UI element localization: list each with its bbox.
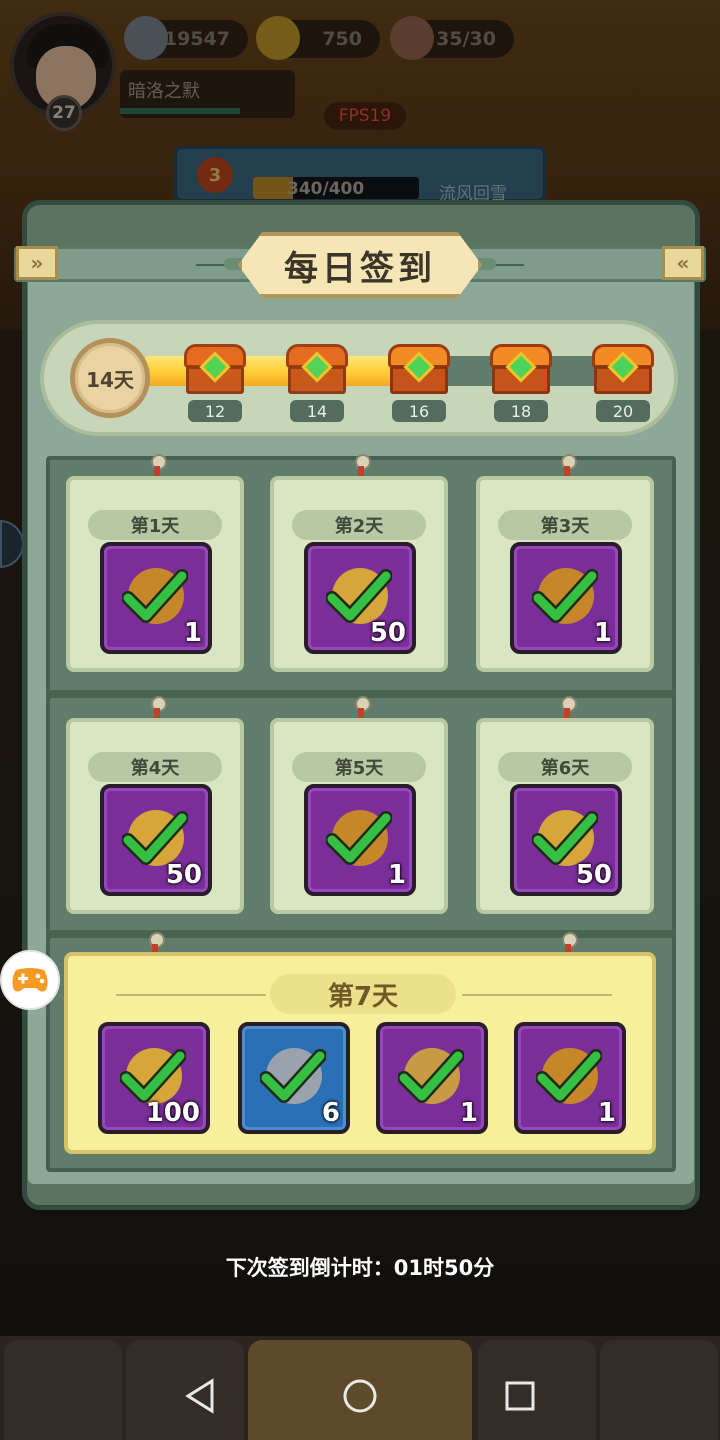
day-label: 第2天 xyxy=(292,510,426,540)
reward-item[interactable]: 50 xyxy=(304,542,416,654)
home-nav-icon[interactable] xyxy=(342,1378,378,1414)
chevron-left-icon: « xyxy=(662,246,704,280)
item-quantity: 1 xyxy=(597,1098,616,1128)
bottom-tab-1[interactable] xyxy=(4,1340,122,1440)
day-label: 第1天 xyxy=(88,510,222,540)
item-quantity: 50 xyxy=(575,860,612,890)
milestone-label: 12 xyxy=(188,400,242,422)
dialog-title: 每日签到 xyxy=(284,248,436,289)
reward-item[interactable]: 6 xyxy=(238,1022,350,1134)
dialog-title-plate: 每日签到 xyxy=(238,232,482,298)
day7-label: 第7天 xyxy=(270,974,456,1014)
chevron-right-icon: » xyxy=(16,246,58,280)
recents-nav-icon[interactable] xyxy=(504,1378,536,1414)
item-quantity: 1 xyxy=(459,1098,478,1128)
bottom-tab-5[interactable] xyxy=(600,1340,718,1440)
milestone-label: 18 xyxy=(494,400,548,422)
next-signin-countdown: 下次签到倒计时：01时50分 xyxy=(225,1256,495,1280)
item-quantity: 50 xyxy=(369,618,406,648)
back-nav-icon[interactable] xyxy=(184,1378,216,1414)
gamepad-icon xyxy=(12,968,48,992)
milestone-chest-12[interactable] xyxy=(184,344,246,396)
milestone-label: 16 xyxy=(392,400,446,422)
milestone-chest-18[interactable] xyxy=(490,344,552,396)
item-quantity: 1 xyxy=(183,618,202,648)
checkmark-icon xyxy=(122,569,188,623)
decor-line xyxy=(462,994,612,996)
milestone-chest-16[interactable] xyxy=(388,344,450,396)
item-quantity: 1 xyxy=(387,860,406,890)
reward-item[interactable]: 50 xyxy=(510,784,622,896)
signin-days-coin: 14天 xyxy=(70,338,150,418)
reward-item[interactable]: 100 xyxy=(98,1022,210,1134)
day-label: 第6天 xyxy=(498,752,632,782)
decor-line xyxy=(116,994,266,996)
day-label: 第4天 xyxy=(88,752,222,782)
item-quantity: 6 xyxy=(321,1098,340,1128)
cumulative-reward-track: 14天 12 14 16 18 20 xyxy=(40,320,678,436)
bottom-tab-4[interactable] xyxy=(478,1340,596,1440)
milestone-label: 14 xyxy=(290,400,344,422)
reward-item[interactable]: 1 xyxy=(304,784,416,896)
item-quantity: 50 xyxy=(165,860,202,890)
item-quantity: 100 xyxy=(145,1098,200,1128)
reward-item[interactable]: 1 xyxy=(514,1022,626,1134)
milestone-chest-20[interactable] xyxy=(592,344,654,396)
reward-item[interactable]: 1 xyxy=(376,1022,488,1134)
reward-item[interactable]: 1 xyxy=(100,542,212,654)
item-quantity: 1 xyxy=(593,618,612,648)
day-label: 第5天 xyxy=(292,752,426,782)
day-label: 第3天 xyxy=(498,510,632,540)
milestone-label: 20 xyxy=(596,400,650,422)
reward-item[interactable]: 50 xyxy=(100,784,212,896)
gamepad-button[interactable] xyxy=(0,950,60,1010)
checkmark-icon xyxy=(326,811,392,865)
row-divider xyxy=(46,930,676,938)
reward-item[interactable]: 1 xyxy=(510,542,622,654)
checkmark-icon xyxy=(532,569,598,623)
checkmark-icon xyxy=(398,1049,464,1103)
checkmark-icon xyxy=(260,1049,326,1103)
checkmark-icon xyxy=(536,1049,602,1103)
milestone-chest-14[interactable] xyxy=(286,344,348,396)
